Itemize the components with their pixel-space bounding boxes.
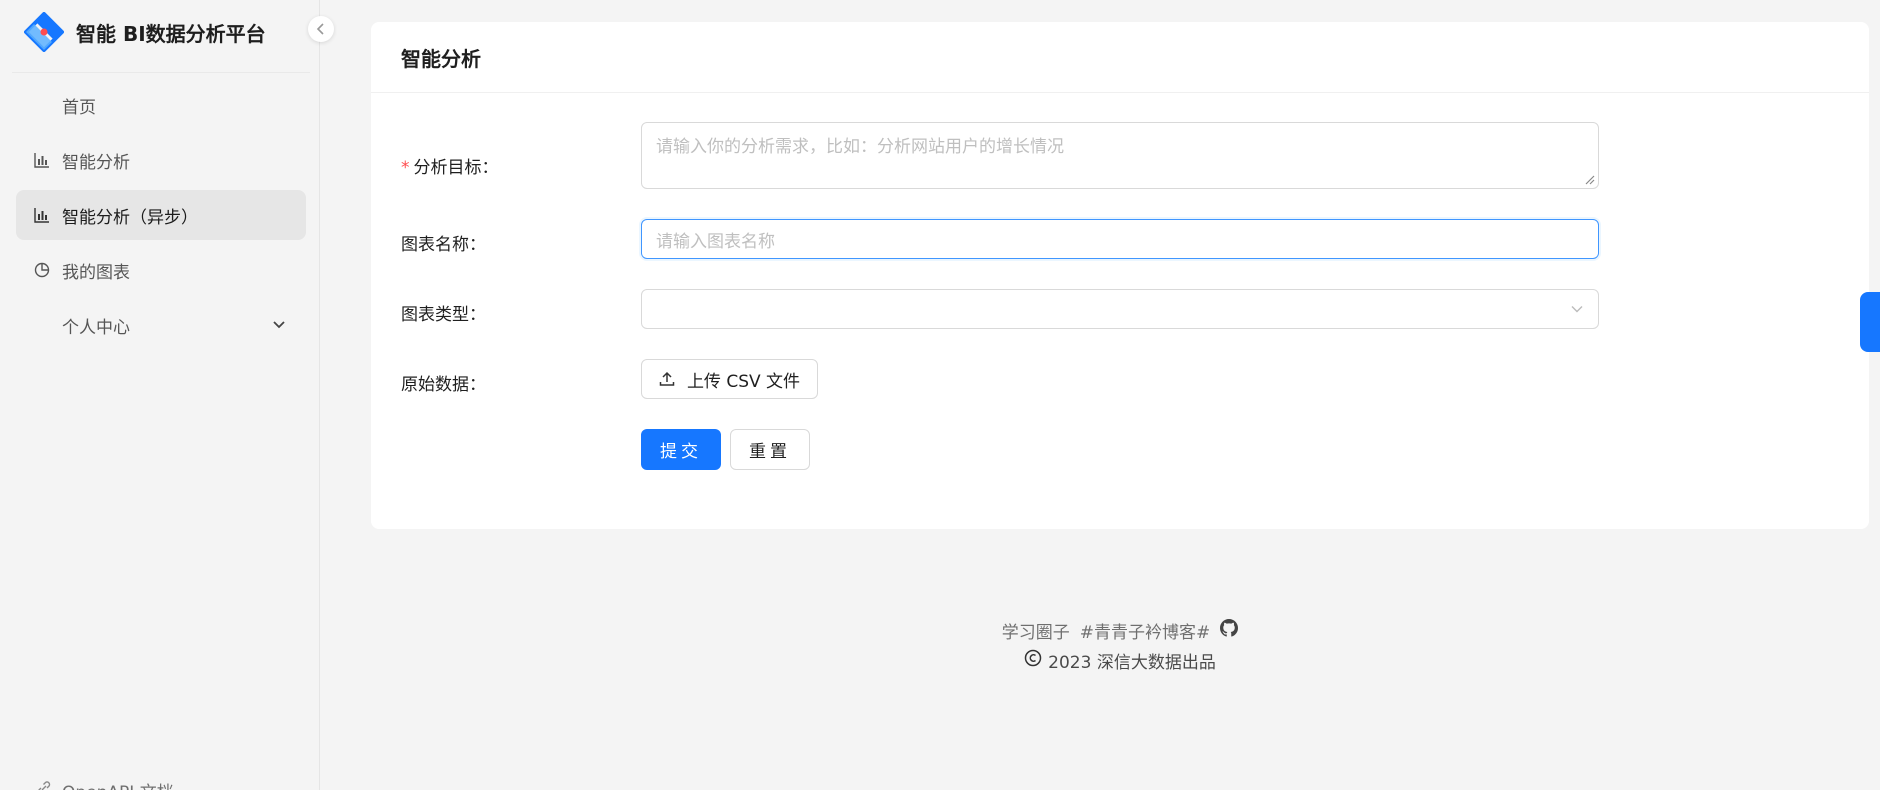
sidebar-item-label: 个人中心 (62, 317, 130, 338)
required-mark: * (401, 158, 410, 178)
upload-label: 上传 CSV 文件 (686, 371, 801, 392)
bar-chart-icon (34, 207, 50, 223)
sidebar-item-label: 智能分析 (62, 152, 130, 173)
footer-link-study-circle[interactable]: 学习圈子 (1002, 618, 1070, 643)
bar-chart-icon (34, 152, 50, 168)
chart-type-select[interactable] (641, 289, 1599, 329)
footer-copyright: 2023 深信大数据出品 (371, 648, 1869, 673)
sidebar-item-label: 首页 (62, 97, 96, 118)
analysis-card: 智能分析 * 分析目标： 请输入你的分析需求，比如：分析网站用户的增长情况 图表名… (371, 22, 1869, 529)
upload-csv-button[interactable]: 上传 CSV 文件 (641, 359, 818, 399)
goal-placeholder: 请输入你的分析需求，比如：分析网站用户的增长情况 (656, 137, 1064, 157)
openapi-docs-link[interactable]: OpenAPI 文档 (36, 778, 174, 790)
goal-label: * 分析目标： (401, 153, 499, 178)
sidebar-menu: 首页 智能分析 智能分析（异步） 我的图表 个人中心 (16, 80, 306, 355)
collapse-sidebar-button[interactable] (308, 16, 334, 42)
app-title: 智能 BI数据分析平台 (76, 21, 266, 46)
chevron-left-icon (316, 23, 324, 35)
logo-row[interactable]: 智能 BI数据分析平台 (24, 12, 266, 52)
copyright-text: 2023 深信大数据出品 (1048, 653, 1216, 673)
logo-icon (24, 12, 64, 52)
sidebar-item-smart-analysis-async[interactable]: 智能分析（异步） (16, 190, 306, 240)
github-icon[interactable] (1220, 619, 1239, 642)
raw-data-label: 原始数据： (401, 375, 486, 395)
sidebar-item-my-charts[interactable]: 我的图表 (16, 245, 306, 295)
chart-name-placeholder: 请输入图表名称 (656, 231, 775, 252)
goal-textarea[interactable]: 请输入你的分析需求，比如：分析网站用户的增长情况 (641, 122, 1599, 189)
submit-button[interactable]: 提交 (641, 429, 721, 470)
chevron-down-icon (1571, 306, 1583, 313)
sidebar-item-smart-analysis[interactable]: 智能分析 (16, 135, 306, 185)
copyright-icon (1024, 649, 1042, 672)
divider (12, 72, 310, 73)
chart-name-input[interactable]: 请输入图表名称 (641, 219, 1599, 259)
link-icon (36, 780, 52, 790)
pie-chart-icon (34, 262, 50, 278)
sidebar-item-personal-center[interactable]: 个人中心 (16, 300, 306, 350)
reset-button[interactable]: 重置 (730, 429, 810, 470)
upload-icon (659, 371, 675, 386)
openapi-docs-label: OpenAPI 文档 (62, 778, 174, 790)
resize-grip-icon[interactable] (1585, 175, 1595, 185)
chevron-down-icon (272, 320, 286, 330)
sidebar-item-label: 智能分析（异步） (62, 207, 198, 228)
sidebar-item-label: 我的图表 (62, 262, 130, 283)
card-title: 智能分析 (371, 22, 1869, 93)
sidebar: 智能 BI数据分析平台 首页 智能分析 智能分析（异步） 我的图表 个人中心 (0, 0, 320, 790)
chart-name-label: 图表名称： (401, 235, 486, 255)
footer-links: 学习圈子 #青青子衿博客# (371, 618, 1869, 643)
chart-type-label: 图表类型： (401, 305, 486, 325)
goal-label-text: 分析目标： (413, 158, 499, 178)
sidebar-item-home[interactable]: 首页 (16, 80, 306, 130)
floating-side-tab[interactable] (1860, 292, 1880, 352)
footer-link-blog[interactable]: #青青子衿博客# (1080, 618, 1211, 643)
